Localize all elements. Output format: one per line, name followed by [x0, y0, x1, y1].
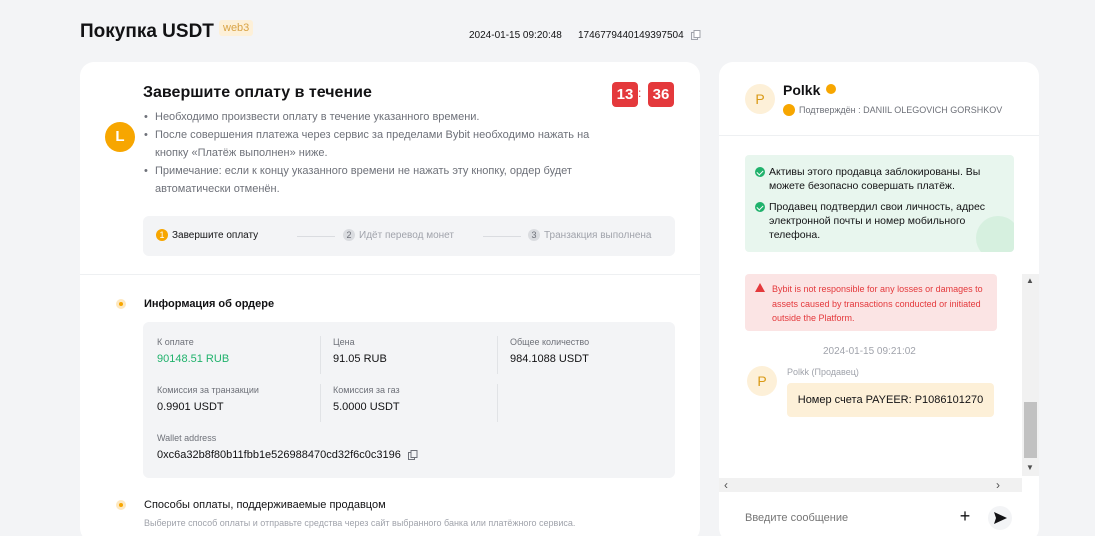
step-number: 3: [528, 229, 540, 241]
shield-watermark-icon: [976, 216, 1014, 252]
scroll-up-arrow-icon[interactable]: ▲: [1026, 276, 1034, 285]
scroll-down-arrow-icon[interactable]: ▼: [1026, 463, 1034, 472]
payment-methods-title: Способы оплаты, поддерживаемые продавцом: [144, 499, 386, 511]
to-pay-cell: К оплате 90148.51 RUB: [157, 337, 229, 365]
seller-avatar: P: [745, 84, 775, 114]
seller-verified-text: Подтверждён : DANIIL OLEGOVICH GORSHKOV: [799, 105, 1003, 115]
seller-notice-box: Активы этого продавца заблокированы. Вы …: [745, 155, 1014, 252]
warning-text: Bybit is not responsible for any losses …: [772, 284, 983, 323]
wallet-label: Wallet address: [157, 433, 217, 443]
scroll-right-arrow-icon[interactable]: ›: [996, 478, 1000, 492]
send-icon: [994, 512, 1007, 524]
timer-minutes: 13: [612, 82, 638, 107]
send-button[interactable]: [988, 506, 1012, 530]
chat-message-input[interactable]: [745, 512, 925, 524]
total-cell: Общее количество 984.1088 USDT: [510, 337, 589, 365]
web3-badge: web3: [219, 20, 254, 36]
shield-check-icon: [783, 104, 795, 116]
seller-name[interactable]: Polkk: [783, 82, 820, 98]
timer-separator: :: [638, 86, 642, 100]
wallet-value-row: 0xc6a32b8f80b11fbb1e526988470cd32f6c0c31…: [157, 449, 418, 461]
total-label: Общее количество: [510, 337, 590, 347]
page-title: Покупка USDT: [80, 21, 214, 42]
gas-label: Комиссия за газ: [333, 385, 400, 395]
column-divider: [320, 384, 321, 422]
copy-icon[interactable]: [407, 450, 418, 461]
verified-badge-icon: [826, 84, 836, 94]
check-circle-icon: [755, 202, 765, 212]
order-panel: L Завершите оплату в течение 13 : 36 Нео…: [80, 62, 700, 536]
to-pay-value: 90148.51 RUB: [157, 353, 230, 365]
step-connector: [483, 236, 521, 237]
notice-text: Продавец подтвердил свои личность, адрес…: [769, 201, 986, 241]
note-item: Примечание: если к концу указанного врем…: [143, 162, 613, 198]
column-divider: [497, 336, 498, 374]
order-info-title: Информация об ордере: [144, 298, 275, 310]
timer-seconds: 36: [648, 82, 674, 107]
notice-item: Активы этого продавца заблокированы. Вы …: [755, 165, 1007, 193]
column-divider: [497, 384, 498, 422]
check-circle-icon: [755, 167, 765, 177]
chat-panel: P Polkk Подтверждён : DANIIL OLEGOVICH G…: [719, 62, 1039, 536]
notice-item: Продавец подтвердил свои личность, адрес…: [755, 200, 1007, 242]
section-marker-icon: [116, 500, 126, 510]
step-3: 3 Транзакция выполнена: [528, 229, 651, 241]
total-value: 984.1088 USDT: [510, 353, 589, 365]
order-timestamp: 2024-01-15 09:20:48: [469, 30, 562, 41]
price-cell: Цена 91.05 RUB: [333, 337, 387, 365]
price-label: Цена: [333, 337, 355, 347]
to-pay-label: К оплате: [157, 337, 194, 347]
step-label: Завершите оплату: [172, 229, 259, 241]
warning-icon: [755, 283, 765, 292]
warning-box: Bybit is not responsible for any losses …: [745, 274, 997, 331]
scroll-left-arrow-icon[interactable]: ‹: [724, 478, 728, 492]
notice-text: Активы этого продавца заблокированы. Вы …: [769, 166, 981, 192]
seller-avatar: P: [747, 366, 777, 396]
user-avatar: L: [105, 122, 135, 152]
scroll-thumb[interactable]: [1024, 402, 1037, 458]
step-number: 1: [156, 229, 168, 241]
fee-value: 0.9901 USDT: [157, 401, 224, 413]
copy-icon[interactable]: [691, 30, 701, 40]
wallet-address: 0xc6a32b8f80b11fbb1e526988470cd32f6c0c31…: [157, 449, 401, 461]
step-number: 2: [343, 229, 355, 241]
attach-plus-button[interactable]: +: [955, 506, 975, 526]
gas-value: 5.0000 USDT: [333, 401, 400, 413]
chat-horizontal-scrollbar[interactable]: ‹ ›: [719, 478, 1022, 492]
price-value: 91.05 RUB: [333, 353, 387, 365]
message-sender: Polkk (Продавец): [787, 367, 859, 377]
step-connector: [297, 236, 335, 237]
order-id: 1746779440149397504: [578, 30, 684, 41]
chat-header-divider: [719, 135, 1039, 136]
note-item: Необходимо произвести оплату в течение у…: [143, 108, 613, 126]
section-marker-icon: [116, 299, 126, 309]
gas-cell: Комиссия за газ 5.0000 USDT: [333, 385, 400, 413]
message-timestamp: 2024-01-15 09:21:02: [823, 346, 916, 357]
step-label: Идёт перевод монет: [359, 229, 454, 241]
column-divider: [320, 336, 321, 374]
step-label: Транзакция выполнена: [544, 229, 652, 241]
chat-vertical-scrollbar[interactable]: ▲ ▼: [1022, 274, 1039, 476]
fee-cell: Комиссия за транзакции 0.9901 USDT: [157, 385, 259, 413]
message-bubble: Номер счета PAYEER: P1086101270: [787, 383, 994, 417]
payment-deadline-title: Завершите оплату в течение: [143, 84, 372, 101]
order-info-box: К оплате 90148.51 RUB Цена 91.05 RUB Общ…: [143, 322, 675, 478]
step-1: 1 Завершите оплату: [156, 229, 258, 241]
progress-steps: 1 Завершите оплату 2 Идёт перевод монет …: [143, 216, 675, 256]
note-item: После совершения платежа через сервис за…: [143, 126, 613, 162]
payment-methods-subtitle: Выберите способ оплаты и отправьте средс…: [144, 518, 576, 528]
step-2: 2 Идёт перевод монет: [343, 229, 454, 241]
payment-notes: Необходимо произвести оплату в течение у…: [143, 108, 613, 198]
fee-label: Комиссия за транзакции: [157, 385, 259, 395]
wallet-cell: Wallet address 0xc6a32b8f80b11fbb1e52698…: [157, 433, 418, 461]
section-divider: [80, 274, 700, 275]
